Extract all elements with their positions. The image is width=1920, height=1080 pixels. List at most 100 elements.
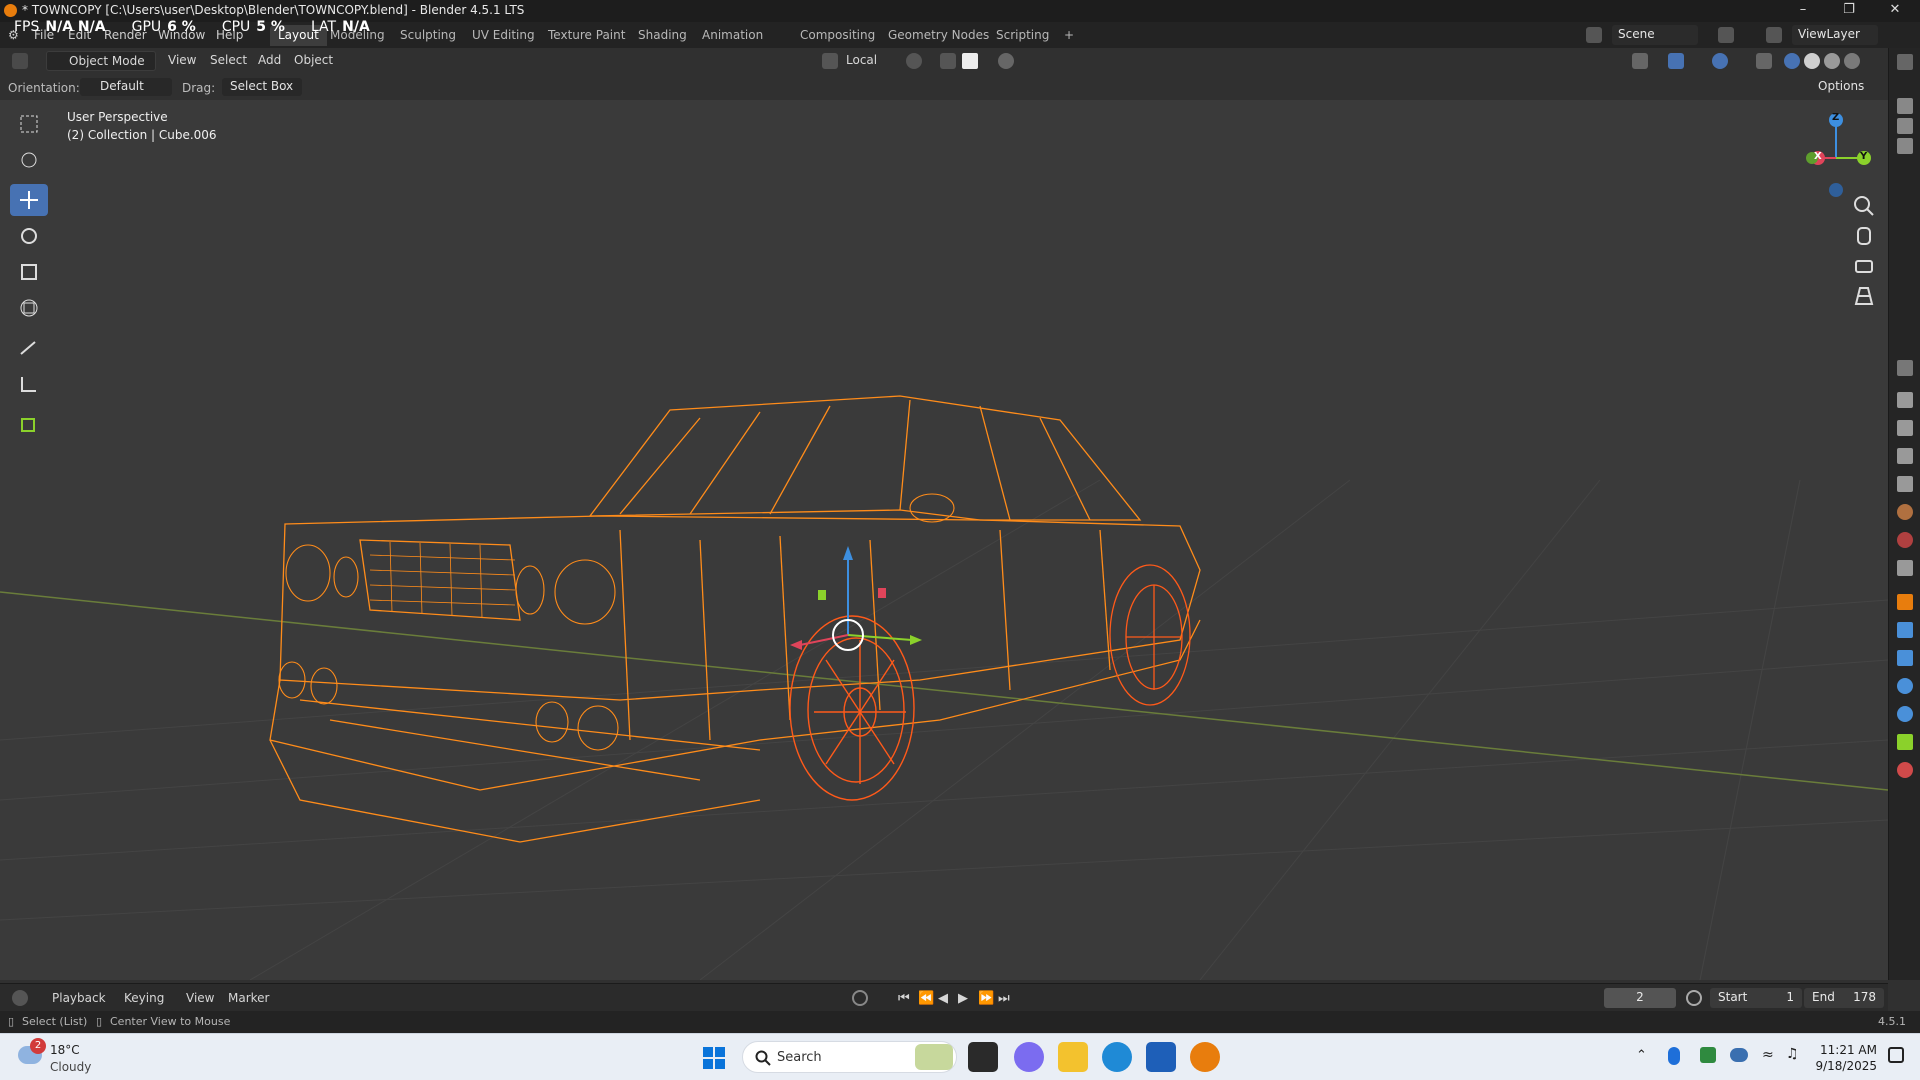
perspective-toggle-icon[interactable] xyxy=(1850,282,1878,310)
outliner-icon[interactable] xyxy=(1897,54,1913,70)
snap-icon[interactable] xyxy=(940,53,956,69)
snap-target-icon[interactable] xyxy=(962,53,978,69)
camera-view-icon[interactable] xyxy=(1850,252,1878,280)
bluetooth-icon[interactable] xyxy=(1668,1047,1680,1065)
solid-shading-icon[interactable] xyxy=(1804,53,1820,69)
visibility-icon[interactable] xyxy=(1632,53,1648,69)
drag-dropdown[interactable]: Select Box xyxy=(222,78,302,96)
play-reverse-icon[interactable]: ◀ xyxy=(938,991,948,1006)
weather-condition[interactable]: Cloudy xyxy=(50,1060,91,1074)
jump-end-icon[interactable]: ⏭ xyxy=(998,991,1010,1006)
options-dropdown[interactable]: Options xyxy=(1810,78,1880,96)
annotate-tool[interactable] xyxy=(10,332,48,364)
tool-properties-icon[interactable] xyxy=(1897,392,1913,408)
output-properties-icon[interactable] xyxy=(1897,448,1913,464)
material-properties-icon[interactable] xyxy=(1897,762,1913,778)
wireframe-shading-icon[interactable] xyxy=(1784,53,1800,69)
world-properties-icon[interactable] xyxy=(1897,532,1913,548)
timeline-menu-marker[interactable]: Marker xyxy=(228,991,269,1005)
wifi-icon[interactable]: ≈ xyxy=(1762,1047,1774,1063)
constraint-properties-icon[interactable] xyxy=(1897,706,1913,722)
blender-taskbar-icon[interactable] xyxy=(1190,1042,1220,1072)
jump-next-keyframe-icon[interactable]: ⏩ xyxy=(978,991,994,1006)
windows-start-icon[interactable] xyxy=(702,1046,726,1070)
show-hidden-icons-icon[interactable]: ⌃ xyxy=(1636,1048,1647,1063)
screenshot-window-icon[interactable] xyxy=(1897,138,1913,154)
defender-icon[interactable] xyxy=(1700,1047,1716,1063)
view-layer-properties-icon[interactable] xyxy=(1897,476,1913,492)
gizmo-toggle-icon[interactable] xyxy=(1668,53,1684,69)
volume-icon[interactable]: ♫ xyxy=(1786,1046,1799,1062)
data-properties-icon[interactable] xyxy=(1897,734,1913,750)
minimize-button[interactable]: – xyxy=(1780,0,1826,22)
pivot-point-icon[interactable] xyxy=(906,53,922,69)
tab-uv-editing[interactable]: UV Editing xyxy=(464,25,543,46)
play-icon[interactable]: ▶ xyxy=(958,991,968,1006)
transform-orientation-dropdown[interactable]: Local xyxy=(840,51,898,71)
taskbar-search[interactable]: Search xyxy=(742,1041,957,1073)
tab-shading[interactable]: Shading xyxy=(630,25,695,46)
transform-tool[interactable] xyxy=(10,292,48,324)
properties-editor-icon[interactable] xyxy=(1897,360,1913,376)
menu-object[interactable]: Object xyxy=(288,51,339,71)
jump-start-icon[interactable]: ⏮ xyxy=(898,991,910,1006)
cursor-tool[interactable] xyxy=(10,144,48,176)
scene-selector[interactable]: Scene xyxy=(1612,25,1698,45)
timeline-menu-keying[interactable]: Keying xyxy=(124,991,164,1005)
weather-temperature[interactable]: 18°C xyxy=(50,1043,80,1057)
scene-icon[interactable] xyxy=(1586,27,1602,43)
modifier-properties-icon[interactable] xyxy=(1897,622,1913,638)
object-properties-icon[interactable] xyxy=(1897,594,1913,610)
tab-geometry-nodes[interactable]: Geometry Nodes xyxy=(880,25,997,46)
collection-properties-icon[interactable] xyxy=(1897,560,1913,576)
render-properties-icon[interactable] xyxy=(1897,420,1913,436)
tab-animation[interactable]: Animation xyxy=(694,25,771,46)
timeline-menu-view[interactable]: View xyxy=(186,991,214,1005)
view-layer-selector[interactable]: ViewLayer xyxy=(1792,25,1878,45)
overlays-toggle-icon[interactable] xyxy=(1712,53,1728,69)
menu-view[interactable]: View xyxy=(162,51,202,71)
start-frame-field[interactable]: Start 1 xyxy=(1710,988,1802,1008)
menu-add[interactable]: Add xyxy=(252,51,287,71)
new-scene-icon[interactable] xyxy=(1718,27,1734,43)
preview-range-icon[interactable] xyxy=(1686,990,1702,1006)
tab-scripting[interactable]: Scripting xyxy=(988,25,1057,46)
auto-keying-icon[interactable] xyxy=(852,990,868,1006)
end-frame-field[interactable]: End 178 xyxy=(1804,988,1884,1008)
select-box-tool[interactable] xyxy=(10,108,48,140)
timeline-editor-icon[interactable] xyxy=(12,990,28,1006)
add-workspace-button[interactable]: + xyxy=(1056,25,1082,46)
close-button[interactable]: ✕ xyxy=(1872,0,1918,22)
taskbar-clock[interactable]: 11:21 AM 9/18/2025 xyxy=(1805,1042,1877,1074)
pan-hand-icon[interactable] xyxy=(1850,222,1878,250)
edge-browser-icon[interactable] xyxy=(1102,1042,1132,1072)
microsoft-store-icon[interactable] xyxy=(1146,1042,1176,1072)
object-mode-dropdown[interactable]: Object Mode xyxy=(46,51,156,71)
scale-tool[interactable] xyxy=(10,256,48,288)
move-tool[interactable] xyxy=(10,184,48,216)
zoom-icon[interactable] xyxy=(1850,192,1878,220)
orientation-dropdown[interactable]: Default xyxy=(80,78,172,96)
3d-viewport[interactable]: User Perspective (2) Collection | Cube.0… xyxy=(0,100,1888,980)
tab-sculpting[interactable]: Sculpting xyxy=(392,25,464,46)
physics-properties-icon[interactable] xyxy=(1897,678,1913,694)
editor-type-icon[interactable] xyxy=(12,53,28,69)
xray-toggle-icon[interactable] xyxy=(1756,53,1772,69)
notification-icon[interactable] xyxy=(1888,1047,1904,1063)
rendered-shading-icon[interactable] xyxy=(1844,53,1860,69)
tab-texture-paint[interactable]: Texture Paint xyxy=(540,25,633,46)
material-shading-icon[interactable] xyxy=(1824,53,1840,69)
copilot-icon[interactable] xyxy=(1014,1042,1044,1072)
rotate-tool[interactable] xyxy=(10,220,48,252)
onedrive-icon[interactable] xyxy=(1730,1048,1748,1062)
screenshot-area-icon[interactable] xyxy=(1897,118,1913,134)
menu-select[interactable]: Select xyxy=(204,51,253,71)
current-frame-field[interactable]: 2 xyxy=(1604,988,1676,1008)
restore-button[interactable]: ❐ xyxy=(1826,0,1872,22)
add-cube-tool[interactable] xyxy=(10,408,48,440)
proportional-editing-icon[interactable] xyxy=(998,53,1014,69)
file-explorer-icon[interactable] xyxy=(1058,1042,1088,1072)
view-layer-icon[interactable] xyxy=(1766,27,1782,43)
timeline-menu-playback[interactable]: Playback xyxy=(52,991,106,1005)
measure-tool[interactable] xyxy=(10,368,48,400)
